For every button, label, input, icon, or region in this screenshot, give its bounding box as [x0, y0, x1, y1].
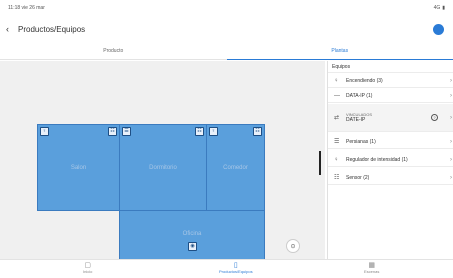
nav-inicio[interactable]: ▢ Inicio — [83, 262, 92, 274]
page-title: Productos/Equipos — [18, 24, 86, 34]
equipment-item-data-ip[interactable]: — DATA-IP (1) › — [328, 89, 453, 103]
equipment-item-linked[interactable]: ⇄ VINCULADOS DATE-IP ? › — [328, 104, 453, 132]
room-label: Comedor — [223, 165, 248, 171]
room-dormitorio[interactable]: ☰ ☷ Dormitorio — [119, 124, 207, 211]
home-icon: ▢ — [84, 262, 91, 269]
target-icon: ⊙ — [290, 243, 296, 250]
panel-resize-handle[interactable] — [319, 151, 321, 175]
equipment-item-lights[interactable]: ♀ Encendiendo (3) › — [328, 74, 453, 88]
bulb-icon[interactable]: ♀ — [209, 127, 218, 136]
sensor-icon[interactable]: ☷ — [195, 127, 204, 136]
network-indicator: 4G — [433, 5, 441, 11]
bottom-navigation: ▢ Inicio ▯ Productos/Equipos ▦ Escenas — [0, 259, 453, 278]
blinds-icon[interactable]: ☰ — [122, 127, 131, 136]
status-bar: 11:18 vie 26 mar 4G ▮ — [0, 0, 453, 16]
tab-producto[interactable]: Producto — [0, 42, 227, 59]
chevron-right-icon: › — [450, 77, 452, 84]
grid-icon: ▦ — [368, 262, 375, 269]
back-arrow-icon[interactable]: ‹ — [6, 24, 18, 34]
room-label: Dormitorio — [149, 165, 177, 171]
room-salon[interactable]: ♀ ☷ Salon — [37, 124, 120, 211]
nav-label: Productos/Equipos — [219, 269, 253, 274]
app-screen: 11:18 vie 26 mar 4G ▮ ‹ Productos/Equipo… — [0, 0, 453, 278]
sensor-icon[interactable]: ☷ — [253, 127, 262, 136]
floor-plan: ♀ ☷ Salon ☰ ☷ Dormitorio ♀ ☷ Comedor Ofi… — [0, 61, 325, 263]
equipment-label: DATE-IP — [346, 116, 366, 123]
sensor-icon[interactable]: ☷ — [108, 127, 117, 136]
panel-header: Equipos — [328, 61, 453, 73]
dimmer-icon[interactable]: ◉ — [188, 242, 197, 251]
nav-productos-equipos[interactable]: ▯ Productos/Equipos — [219, 262, 253, 274]
devices-icon: ▯ — [233, 262, 238, 269]
room-label: Salon — [70, 165, 87, 171]
tab-bar: Producto Plantas — [0, 42, 453, 60]
blinds-icon: ☰ — [334, 139, 340, 145]
dash-icon: — — [334, 92, 340, 99]
sensor-icon: ☷ — [334, 175, 340, 181]
equipment-label: Persianas (1) — [346, 138, 376, 145]
equipment-item-sensor[interactable]: ☷ Sensor (2) › — [328, 171, 453, 185]
dimmer-icon: ♀ — [334, 156, 339, 163]
room-label: Oficina — [182, 231, 202, 237]
equipment-item-blinds[interactable]: ☰ Persianas (1) › — [328, 135, 453, 149]
equipment-label: Regulador de intensidad (1) — [346, 156, 408, 163]
bulb-icon: ♀ — [334, 77, 339, 84]
linked-text: VINCULADOS DATE-IP — [346, 112, 372, 124]
link-icon: ⇄ — [334, 115, 340, 121]
equipment-label: Sensor (2) — [346, 174, 370, 181]
room-oficina[interactable]: Oficina ◉ — [119, 210, 265, 263]
chevron-right-icon: › — [450, 174, 452, 181]
equipment-panel: Equipos ♀ Encendiendo (3) › — DATA-IP (1… — [327, 61, 453, 259]
equipment-label: DATA-IP (1) — [346, 92, 373, 99]
bulb-icon[interactable]: ♀ — [40, 127, 49, 136]
tab-plantas[interactable]: Plantas — [226, 42, 453, 60]
nav-label: Inicio — [83, 269, 93, 274]
nav-escenas[interactable]: ▦ Escenas — [364, 262, 379, 274]
chevron-right-icon: › — [450, 114, 452, 121]
equipment-item-dimmer[interactable]: ♀ Regulador de intensidad (1) › — [328, 153, 453, 167]
app-bar: ‹ Productos/Equipos — [0, 18, 453, 40]
chevron-right-icon: › — [450, 138, 452, 145]
profile-avatar[interactable] — [433, 24, 444, 35]
equipment-label: Encendiendo (3) — [346, 77, 383, 84]
room-comedor[interactable]: ♀ ☷ Comedor — [206, 124, 265, 211]
chevron-right-icon: › — [450, 92, 452, 99]
battery-icon: ▮ — [442, 5, 445, 11]
chevron-right-icon: › — [450, 156, 452, 163]
status-icons: 4G ▮ — [434, 5, 445, 11]
nav-label: Escenas — [364, 269, 380, 274]
help-icon[interactable]: ? — [431, 114, 438, 121]
status-time: 11:18 vie 26 mar — [8, 5, 45, 11]
center-view-button[interactable]: ⊙ — [286, 239, 300, 253]
